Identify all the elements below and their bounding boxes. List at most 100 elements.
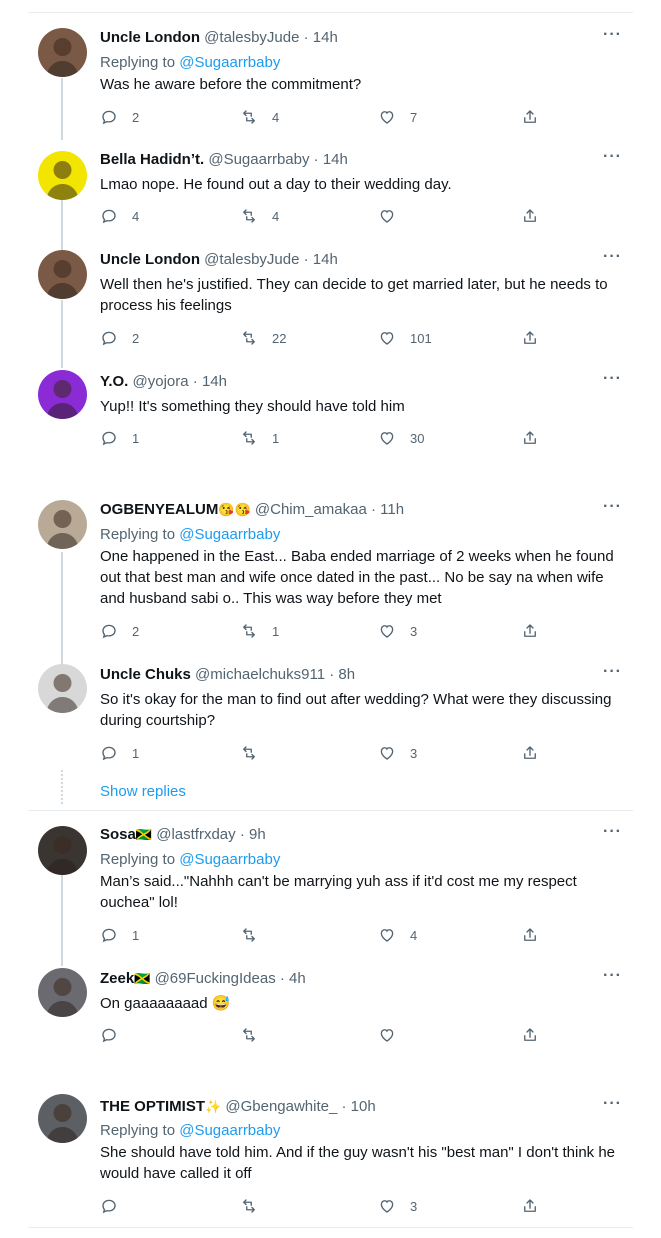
- separator: ·: [192, 373, 198, 390]
- share-button[interactable]: [521, 925, 539, 945]
- like-count: 7: [410, 109, 418, 125]
- thread-line: [61, 552, 63, 664]
- timestamp[interactable]: 9h: [249, 826, 266, 843]
- retweet-icon: [240, 108, 258, 126]
- user-handle[interactable]: @Sugaarrbaby: [208, 151, 309, 168]
- more-replies-dots: [61, 770, 65, 804]
- reply-button[interactable]: 4: [100, 206, 139, 226]
- retweet-button[interactable]: 4: [240, 206, 279, 226]
- display-name[interactable]: Uncle London: [100, 29, 200, 46]
- reply-button[interactable]: 2: [100, 621, 139, 641]
- display-name[interactable]: Bella Hadidn’t.: [100, 151, 204, 168]
- user-handle[interactable]: @69FuckingIdeas: [155, 970, 276, 987]
- more-icon[interactable]: ···: [603, 148, 622, 166]
- avatar[interactable]: [38, 826, 87, 875]
- user-handle[interactable]: @yojora: [133, 373, 189, 390]
- show-replies-link[interactable]: Show replies: [100, 783, 186, 800]
- timestamp[interactable]: 4h: [289, 970, 306, 987]
- tweet-actions: 44: [100, 206, 550, 226]
- retweet-button[interactable]: 4: [240, 107, 279, 127]
- user-handle[interactable]: @talesbyJude: [204, 29, 299, 46]
- reply-button[interactable]: [100, 1025, 132, 1045]
- display-name[interactable]: THE OPTIMIST: [100, 1098, 205, 1115]
- timestamp[interactable]: 14h: [313, 29, 338, 46]
- retweet-button[interactable]: 1: [240, 621, 279, 641]
- like-button[interactable]: [378, 206, 410, 226]
- like-button[interactable]: 7: [378, 107, 417, 127]
- mention-link[interactable]: @Sugaarrbaby: [179, 54, 280, 71]
- retweet-button[interactable]: [240, 925, 272, 945]
- reply-icon: [100, 744, 118, 762]
- more-icon[interactable]: ···: [603, 26, 622, 44]
- share-button[interactable]: [521, 107, 539, 127]
- mention-link[interactable]: @Sugaarrbaby: [179, 1122, 280, 1139]
- like-button[interactable]: 3: [378, 1196, 417, 1216]
- share-button[interactable]: [521, 1025, 539, 1045]
- like-button[interactable]: 3: [378, 743, 417, 763]
- reply-count: 1: [132, 745, 140, 761]
- timestamp[interactable]: 10h: [351, 1098, 376, 1115]
- avatar[interactable]: [38, 968, 87, 1017]
- avatar[interactable]: [38, 1094, 87, 1143]
- retweet-button[interactable]: [240, 1196, 272, 1216]
- more-icon[interactable]: ···: [603, 498, 622, 516]
- timestamp[interactable]: 8h: [338, 666, 355, 683]
- retweet-button[interactable]: [240, 1025, 272, 1045]
- heart-icon: [378, 207, 396, 225]
- avatar[interactable]: [38, 664, 87, 713]
- reply-count: 4: [132, 208, 140, 224]
- reply-button[interactable]: 1: [100, 925, 139, 945]
- reply-button[interactable]: 2: [100, 328, 139, 348]
- retweet-button[interactable]: 22: [240, 328, 286, 348]
- more-icon[interactable]: ···: [603, 663, 622, 681]
- share-button[interactable]: [521, 621, 539, 641]
- timestamp[interactable]: 14h: [323, 151, 348, 168]
- reply-button[interactable]: 1: [100, 743, 139, 763]
- avatar[interactable]: [38, 28, 87, 77]
- reply-button[interactable]: [100, 1196, 132, 1216]
- avatar[interactable]: [38, 370, 87, 419]
- retweet-icon: [240, 207, 258, 225]
- timestamp[interactable]: 11h: [380, 501, 404, 518]
- more-icon[interactable]: ···: [603, 823, 622, 841]
- user-handle[interactable]: @michaelchuks911: [195, 666, 325, 683]
- retweet-button[interactable]: [240, 743, 272, 763]
- more-icon[interactable]: ···: [603, 248, 622, 266]
- like-button[interactable]: 3: [378, 621, 417, 641]
- like-button[interactable]: 101: [378, 328, 432, 348]
- reply-button[interactable]: 1: [100, 428, 139, 448]
- retweet-button[interactable]: 1: [240, 428, 279, 448]
- user-handle[interactable]: @Gbengawhite_: [225, 1098, 337, 1115]
- more-icon[interactable]: ···: [603, 1095, 622, 1113]
- more-icon[interactable]: ···: [603, 967, 622, 985]
- avatar[interactable]: [38, 500, 87, 549]
- share-button[interactable]: [521, 743, 539, 763]
- user-handle[interactable]: @lastfrxday: [156, 826, 235, 843]
- avatar[interactable]: [38, 250, 87, 299]
- replying-to: Replying to @Sugaarrbaby: [100, 1122, 281, 1139]
- mention-link[interactable]: @Sugaarrbaby: [179, 526, 280, 543]
- display-name[interactable]: Uncle Chuks: [100, 666, 191, 683]
- mention-link[interactable]: @Sugaarrbaby: [179, 851, 280, 868]
- share-button[interactable]: [521, 428, 539, 448]
- display-name[interactable]: OGBENYEALUM: [100, 501, 218, 518]
- user-handle[interactable]: @Chim_amakaa: [255, 501, 367, 518]
- display-name[interactable]: Y.O.: [100, 373, 128, 390]
- timestamp[interactable]: 14h: [313, 251, 338, 268]
- like-button[interactable]: 4: [378, 925, 417, 945]
- like-button[interactable]: [378, 1025, 410, 1045]
- user-handle[interactable]: @talesbyJude: [204, 251, 299, 268]
- avatar[interactable]: [38, 151, 87, 200]
- share-button[interactable]: [521, 1196, 539, 1216]
- like-button[interactable]: 30: [378, 428, 424, 448]
- replying-to: Replying to @Sugaarrbaby: [100, 526, 281, 543]
- thread-line: [61, 874, 63, 966]
- timestamp[interactable]: 14h: [202, 373, 227, 390]
- reply-button[interactable]: 2: [100, 107, 139, 127]
- display-name[interactable]: Uncle London: [100, 251, 200, 268]
- display-name[interactable]: Zeek: [100, 970, 134, 987]
- share-button[interactable]: [521, 206, 539, 226]
- share-button[interactable]: [521, 328, 539, 348]
- more-icon[interactable]: ···: [603, 370, 622, 388]
- display-name[interactable]: Sosa: [100, 826, 136, 843]
